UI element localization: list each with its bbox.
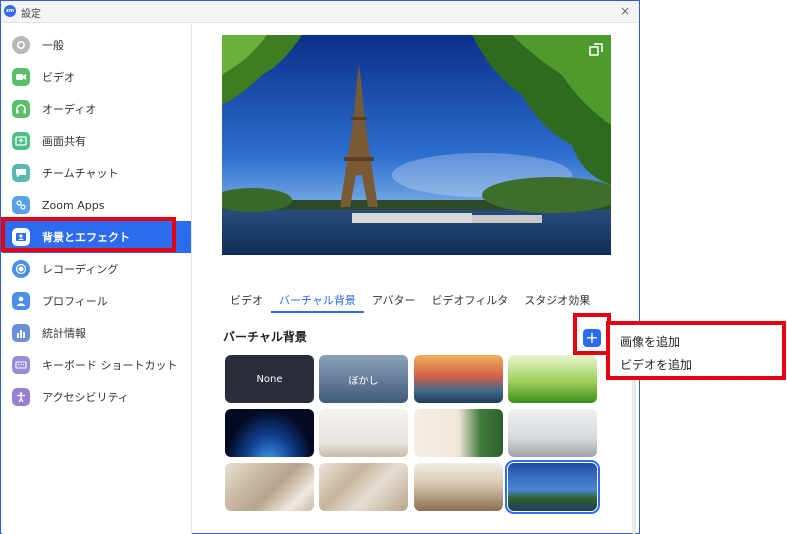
tab-0[interactable]: ビデオ	[222, 291, 271, 313]
title-bar: zm 設定 ×	[1, 1, 639, 23]
record-icon	[12, 260, 30, 278]
sidebar-item-label: オーディオ	[42, 103, 97, 116]
accessibility-icon	[12, 388, 30, 406]
aspect-toggle-icon[interactable]	[589, 43, 603, 57]
sidebar-item-apps[interactable]: Zoom Apps	[2, 189, 191, 221]
add-background-button[interactable]: +	[583, 329, 601, 347]
background-thumbnail-earth[interactable]	[225, 409, 314, 457]
add-image-menu-item[interactable]: 画像を追加	[620, 333, 680, 350]
background-thumbnail-blur[interactable]: ぼかし	[319, 355, 408, 403]
sidebar-item-profile[interactable]: プロフィール	[2, 285, 191, 317]
background-thumbnail-christmas[interactable]	[414, 409, 503, 457]
background-thumbnail-living-room[interactable]	[508, 409, 597, 457]
sidebar-item-record[interactable]: レコーディング	[2, 253, 191, 285]
background-thumbnail-room-frames[interactable]	[319, 409, 408, 457]
sidebar-item-label: プロフィール	[42, 295, 108, 308]
sidebar-item-share-screen[interactable]: 画面共有	[2, 125, 191, 157]
settings-sidebar: 一般ビデオオーディオ画面共有チームチャット Zoom Apps 背景とエフェクト レコ…	[2, 24, 192, 534]
add-video-menu-item[interactable]: ビデオを追加	[620, 356, 692, 373]
chat-icon	[12, 164, 30, 182]
profile-icon	[12, 292, 30, 310]
background-icon	[12, 228, 30, 246]
section-title: バーチャル背景	[223, 330, 307, 344]
tab-1[interactable]: バーチャル背景	[271, 291, 364, 313]
sidebar-item-label: ビデオ	[42, 71, 75, 84]
sidebar-item-headphones[interactable]: オーディオ	[2, 93, 191, 125]
background-tabs: ビデオ バーチャル背景 アバター ビデオフィルタ スタジオ効果	[222, 291, 598, 315]
background-thumbnail-none[interactable]: None	[225, 355, 314, 403]
headphones-icon	[12, 100, 30, 118]
sidebar-item-label: アクセシビリティ	[42, 391, 129, 404]
thumbnail-label: ぼかし	[348, 375, 379, 387]
share-screen-icon	[12, 132, 30, 150]
settings-window: zm 設定 × 一般 ビデオ オーディオ 画面共有 チームチャット Zoom Apps 背景…	[0, 0, 640, 534]
tab-4[interactable]: スタジオ効果	[516, 291, 598, 313]
sidebar-item-label: 一般	[42, 39, 64, 52]
sidebar-item-video[interactable]: ビデオ	[2, 61, 191, 93]
background-thumbnail-bridge[interactable]	[414, 355, 503, 403]
sidebar-item-keyboard[interactable]: キーボード ショートカット	[2, 349, 191, 381]
sidebar-item-label: チームチャット	[42, 167, 119, 180]
scrollbar[interactable]	[632, 354, 636, 534]
background-thumbnail-kitchen[interactable]	[414, 463, 503, 511]
sidebar-item-label: 背景とエフェクト	[42, 231, 130, 244]
sidebar-item-label: 画面共有	[42, 135, 86, 148]
background-thumbnail-mosaic2[interactable]	[319, 463, 408, 511]
background-thumbnail-eiffel-small[interactable]	[505, 460, 600, 514]
video-icon	[12, 68, 30, 86]
window-title: 設定	[21, 9, 41, 20]
sidebar-item-background[interactable]: 背景とエフェクト	[2, 221, 191, 253]
sidebar-item-label: キーボード ショートカット	[42, 359, 178, 372]
sidebar-item-label: レコーディング	[42, 263, 119, 276]
background-preview	[222, 35, 611, 255]
sidebar-item-label: Zoom Apps	[42, 198, 105, 212]
sidebar-item-label: 統計情報	[42, 327, 86, 340]
eiffel-tower-preview-image	[222, 35, 611, 255]
close-button[interactable]: ×	[617, 3, 633, 19]
thumbnail-label: None	[256, 373, 283, 385]
settings-content: ビデオ バーチャル背景 アバター ビデオフィルタ スタジオ効果 バーチャル背景 + No…	[193, 24, 639, 534]
background-thumbnail-mosaic[interactable]	[225, 463, 314, 511]
gear-icon	[12, 36, 30, 54]
sidebar-item-stats[interactable]: 統計情報	[2, 317, 191, 349]
sidebar-item-chat[interactable]: チームチャット	[2, 157, 191, 189]
stats-icon	[12, 324, 30, 342]
zoom-logo: zm	[4, 5, 16, 17]
sidebar-item-gear[interactable]: 一般	[2, 29, 191, 61]
tab-2[interactable]: アバター	[364, 291, 424, 313]
keyboard-icon	[12, 356, 30, 374]
background-thumbnail-grass[interactable]	[508, 355, 597, 403]
tab-3[interactable]: ビデオフィルタ	[423, 291, 516, 313]
apps-icon	[12, 196, 30, 214]
sidebar-item-accessibility[interactable]: アクセシビリティ	[2, 381, 191, 413]
add-menu-popup: 画像を追加 ビデオを追加	[606, 321, 786, 380]
